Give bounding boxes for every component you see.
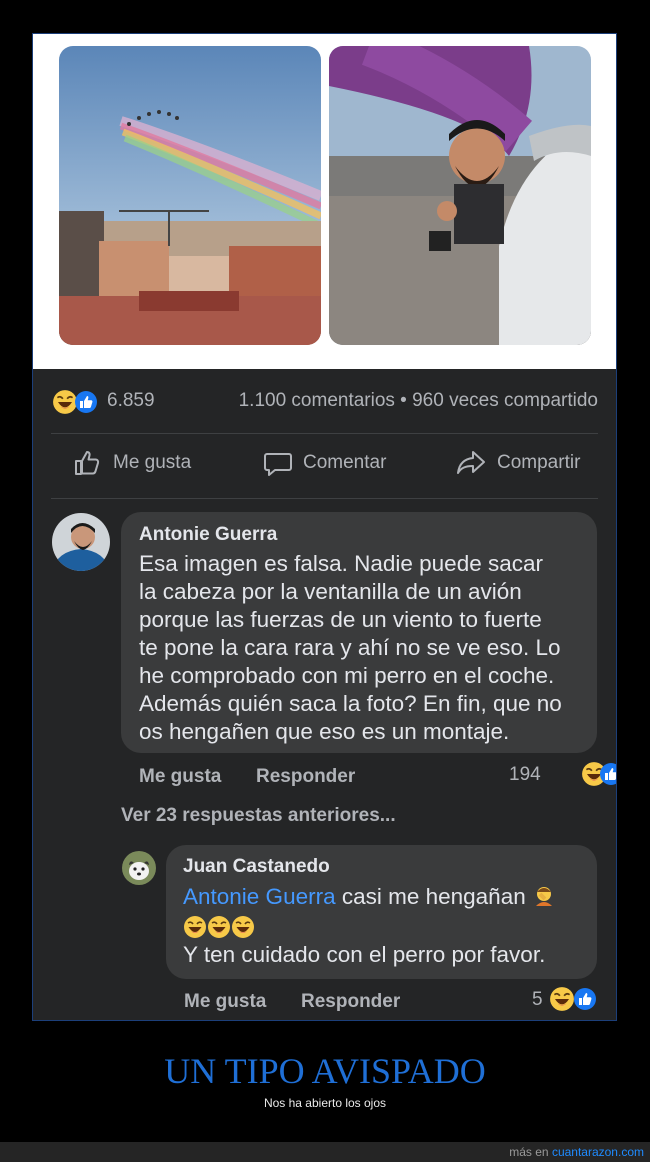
comment-reaction-count[interactable]: 194 [509,764,541,786]
reply-author[interactable]: Juan Castanedo [183,856,330,878]
meme-title: UN TIPO AVISPADO [164,1051,486,1091]
view-more-replies-link[interactable]: Ver 23 respuestas anteriores... [121,805,396,827]
laugh-emoji-icon [183,915,207,939]
reply-text: Y ten cuidado con el perro por favor. [183,942,546,967]
facebook-post-card: 6.859 1.100 comentarios • 960 veces comp… [32,33,617,1021]
comment-author[interactable]: Antonie Guerra [139,524,277,546]
comment-like-link[interactable]: Me gusta [139,766,221,788]
share-button[interactable]: Compartir [455,448,580,478]
divider [51,498,598,499]
comment-button-label: Comentar [303,452,387,473]
like-button[interactable]: Me gusta [73,448,191,478]
comment-reply-link[interactable]: Responder [256,766,355,788]
thumbs-up-icon [75,451,100,475]
laugh-reaction-icon [549,986,575,1012]
reply-reply-link[interactable]: Responder [301,991,400,1013]
avatar-antonie-guerra[interactable] [52,513,110,571]
like-reaction-icon [599,762,617,786]
laughing-emojis [183,915,255,944]
share-button-label: Compartir [497,452,581,473]
share-icon [457,451,485,474]
like-reaction-icon [573,987,597,1011]
footer-text: más en cuantarazon.com [509,1145,644,1159]
facepalm-emoji-icon [536,887,552,906]
reaction-count[interactable]: 6.859 [107,390,155,412]
comment-text: Esa imagen es falsa. Nadie puede sacar l… [139,551,562,744]
comment-button[interactable]: Comentar [263,448,386,478]
like-reaction-icon [74,390,98,414]
laugh-emoji-icon [231,915,255,939]
like-button-label: Me gusta [113,452,192,473]
comments-shares-count[interactable]: 1.100 comentarios • 960 veces compartido [239,390,598,412]
reply-text-line: Antonie Guerra casi me hengañan [183,883,556,911]
comment-bubble: Antonie Guerra Esa imagen es falsa. Nadi… [121,512,597,753]
reply-reaction-count[interactable]: 5 [532,989,543,1011]
post-actions-bar: Me gusta Comentar Compartir [33,434,616,498]
reply-like-link[interactable]: Me gusta [184,991,266,1013]
reply-bubble: Juan Castanedo Antonie Guerra casi me he… [166,845,597,979]
photo-airshow-smoke[interactable] [59,46,321,345]
avatar-juan-castanedo[interactable] [122,851,156,885]
photo-plane-window-selfie[interactable] [329,46,591,345]
footer-prefix: más en [509,1145,552,1159]
meme-subtitle: Nos ha abierto los ojos [263,1096,387,1110]
comment-icon [264,453,292,476]
mention-link[interactable]: Antonie Guerra [183,884,336,909]
reaction-icons[interactable] [52,389,102,415]
site-link[interactable]: cuantarazon.com [552,1145,644,1159]
site-footer: más en cuantarazon.com [0,1142,650,1162]
post-stats-bar: 6.859 1.100 comentarios • 960 veces comp… [33,382,616,418]
reply-text: casi me hengañan [335,884,526,909]
post-image-area [33,34,616,369]
laugh-emoji-icon [207,915,231,939]
